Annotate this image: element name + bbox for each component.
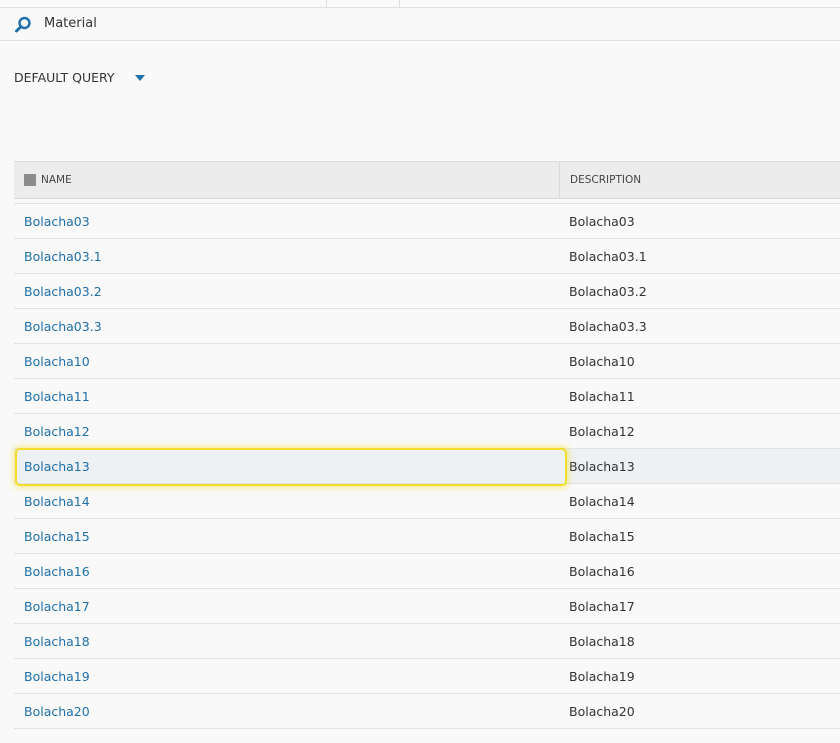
table-row[interactable]: Bolacha11 Bolacha11 [14,379,840,414]
name-link[interactable]: Bolacha03.2 [24,284,102,299]
column-header-name[interactable]: NAME [24,174,72,186]
name-link[interactable]: Bolacha19 [24,669,90,684]
name-link[interactable]: Bolacha18 [24,634,90,649]
description-cell: Bolacha03.2 [569,284,647,299]
table-row[interactable]: Bolacha16 Bolacha16 [14,554,840,589]
description-cell: Bolacha11 [569,389,635,404]
description-cell: Bolacha16 [569,564,635,579]
name-link[interactable]: Bolacha16 [24,564,90,579]
table-row[interactable]: Bolacha03.2 Bolacha03.2 [14,274,840,309]
name-link[interactable]: Bolacha03 [24,214,90,229]
table-row[interactable]: Bolacha03.1 Bolacha03.1 [14,239,840,274]
name-link[interactable]: Bolacha20 [24,704,90,719]
table-row[interactable]: Bolacha18 Bolacha18 [14,624,840,659]
description-cell: Bolacha10 [569,354,635,369]
name-link[interactable]: Bolacha15 [24,529,90,544]
column-label: DESCRIPTION [570,174,642,186]
name-link[interactable]: Bolacha17 [24,599,90,614]
table-row[interactable]: Bolacha19 Bolacha19 [14,659,840,694]
name-link[interactable]: Bolacha13 [24,459,90,474]
name-link[interactable]: Bolacha12 [24,424,90,439]
description-cell: Bolacha03 [569,214,635,229]
description-cell: Bolacha20 [569,704,635,719]
divider [326,0,327,7]
name-link[interactable]: Bolacha10 [24,354,90,369]
table-row[interactable]: Bolacha14 Bolacha14 [14,484,840,519]
search-label: Material [44,16,97,31]
description-cell: Bolacha03.1 [569,249,647,264]
table-row[interactable]: Bolacha12 Bolacha12 [14,414,840,449]
description-cell: Bolacha03.3 [569,319,647,334]
search-bar[interactable]: Material [0,8,840,41]
search-icon[interactable] [14,16,32,34]
select-all-checkbox[interactable] [24,174,36,186]
name-link[interactable]: Bolacha11 [24,389,90,404]
table-header: NAME DESCRIPTION [14,161,840,199]
table-row[interactable]: Bolacha15 Bolacha15 [14,519,840,554]
description-cell: Bolacha18 [569,634,635,649]
name-link[interactable]: Bolacha03.3 [24,319,102,334]
column-label: NAME [41,174,72,186]
description-cell: Bolacha19 [569,669,635,684]
name-link[interactable]: Bolacha14 [24,494,90,509]
table-row[interactable]: Bolacha17 Bolacha17 [14,589,840,624]
divider [399,0,400,7]
query-label: DEFAULT QUERY [14,70,115,85]
caret-down-icon[interactable] [135,75,145,81]
table-row[interactable]: Bolacha10 Bolacha10 [14,344,840,379]
table-row[interactable]: Bolacha13 Bolacha13 [14,449,840,484]
column-header-description[interactable]: DESCRIPTION [559,162,641,198]
table-row[interactable]: Bolacha20 Bolacha20 [14,694,840,729]
description-cell: Bolacha12 [569,424,635,439]
description-cell: Bolacha17 [569,599,635,614]
table-row[interactable]: Bolacha03.3 Bolacha03.3 [14,309,840,344]
top-toolbar-strip [0,0,840,8]
table-body: Bolacha03 Bolacha03 Bolacha03.1 Bolacha03.1… [14,204,840,729]
table-row[interactable]: Bolacha03 Bolacha03 [14,204,840,239]
name-link[interactable]: Bolacha03.1 [24,249,102,264]
description-cell: Bolacha14 [569,494,635,509]
description-cell: Bolacha15 [569,529,635,544]
description-cell: Bolacha13 [569,459,635,474]
query-dropdown[interactable]: DEFAULT QUERY [14,70,145,85]
